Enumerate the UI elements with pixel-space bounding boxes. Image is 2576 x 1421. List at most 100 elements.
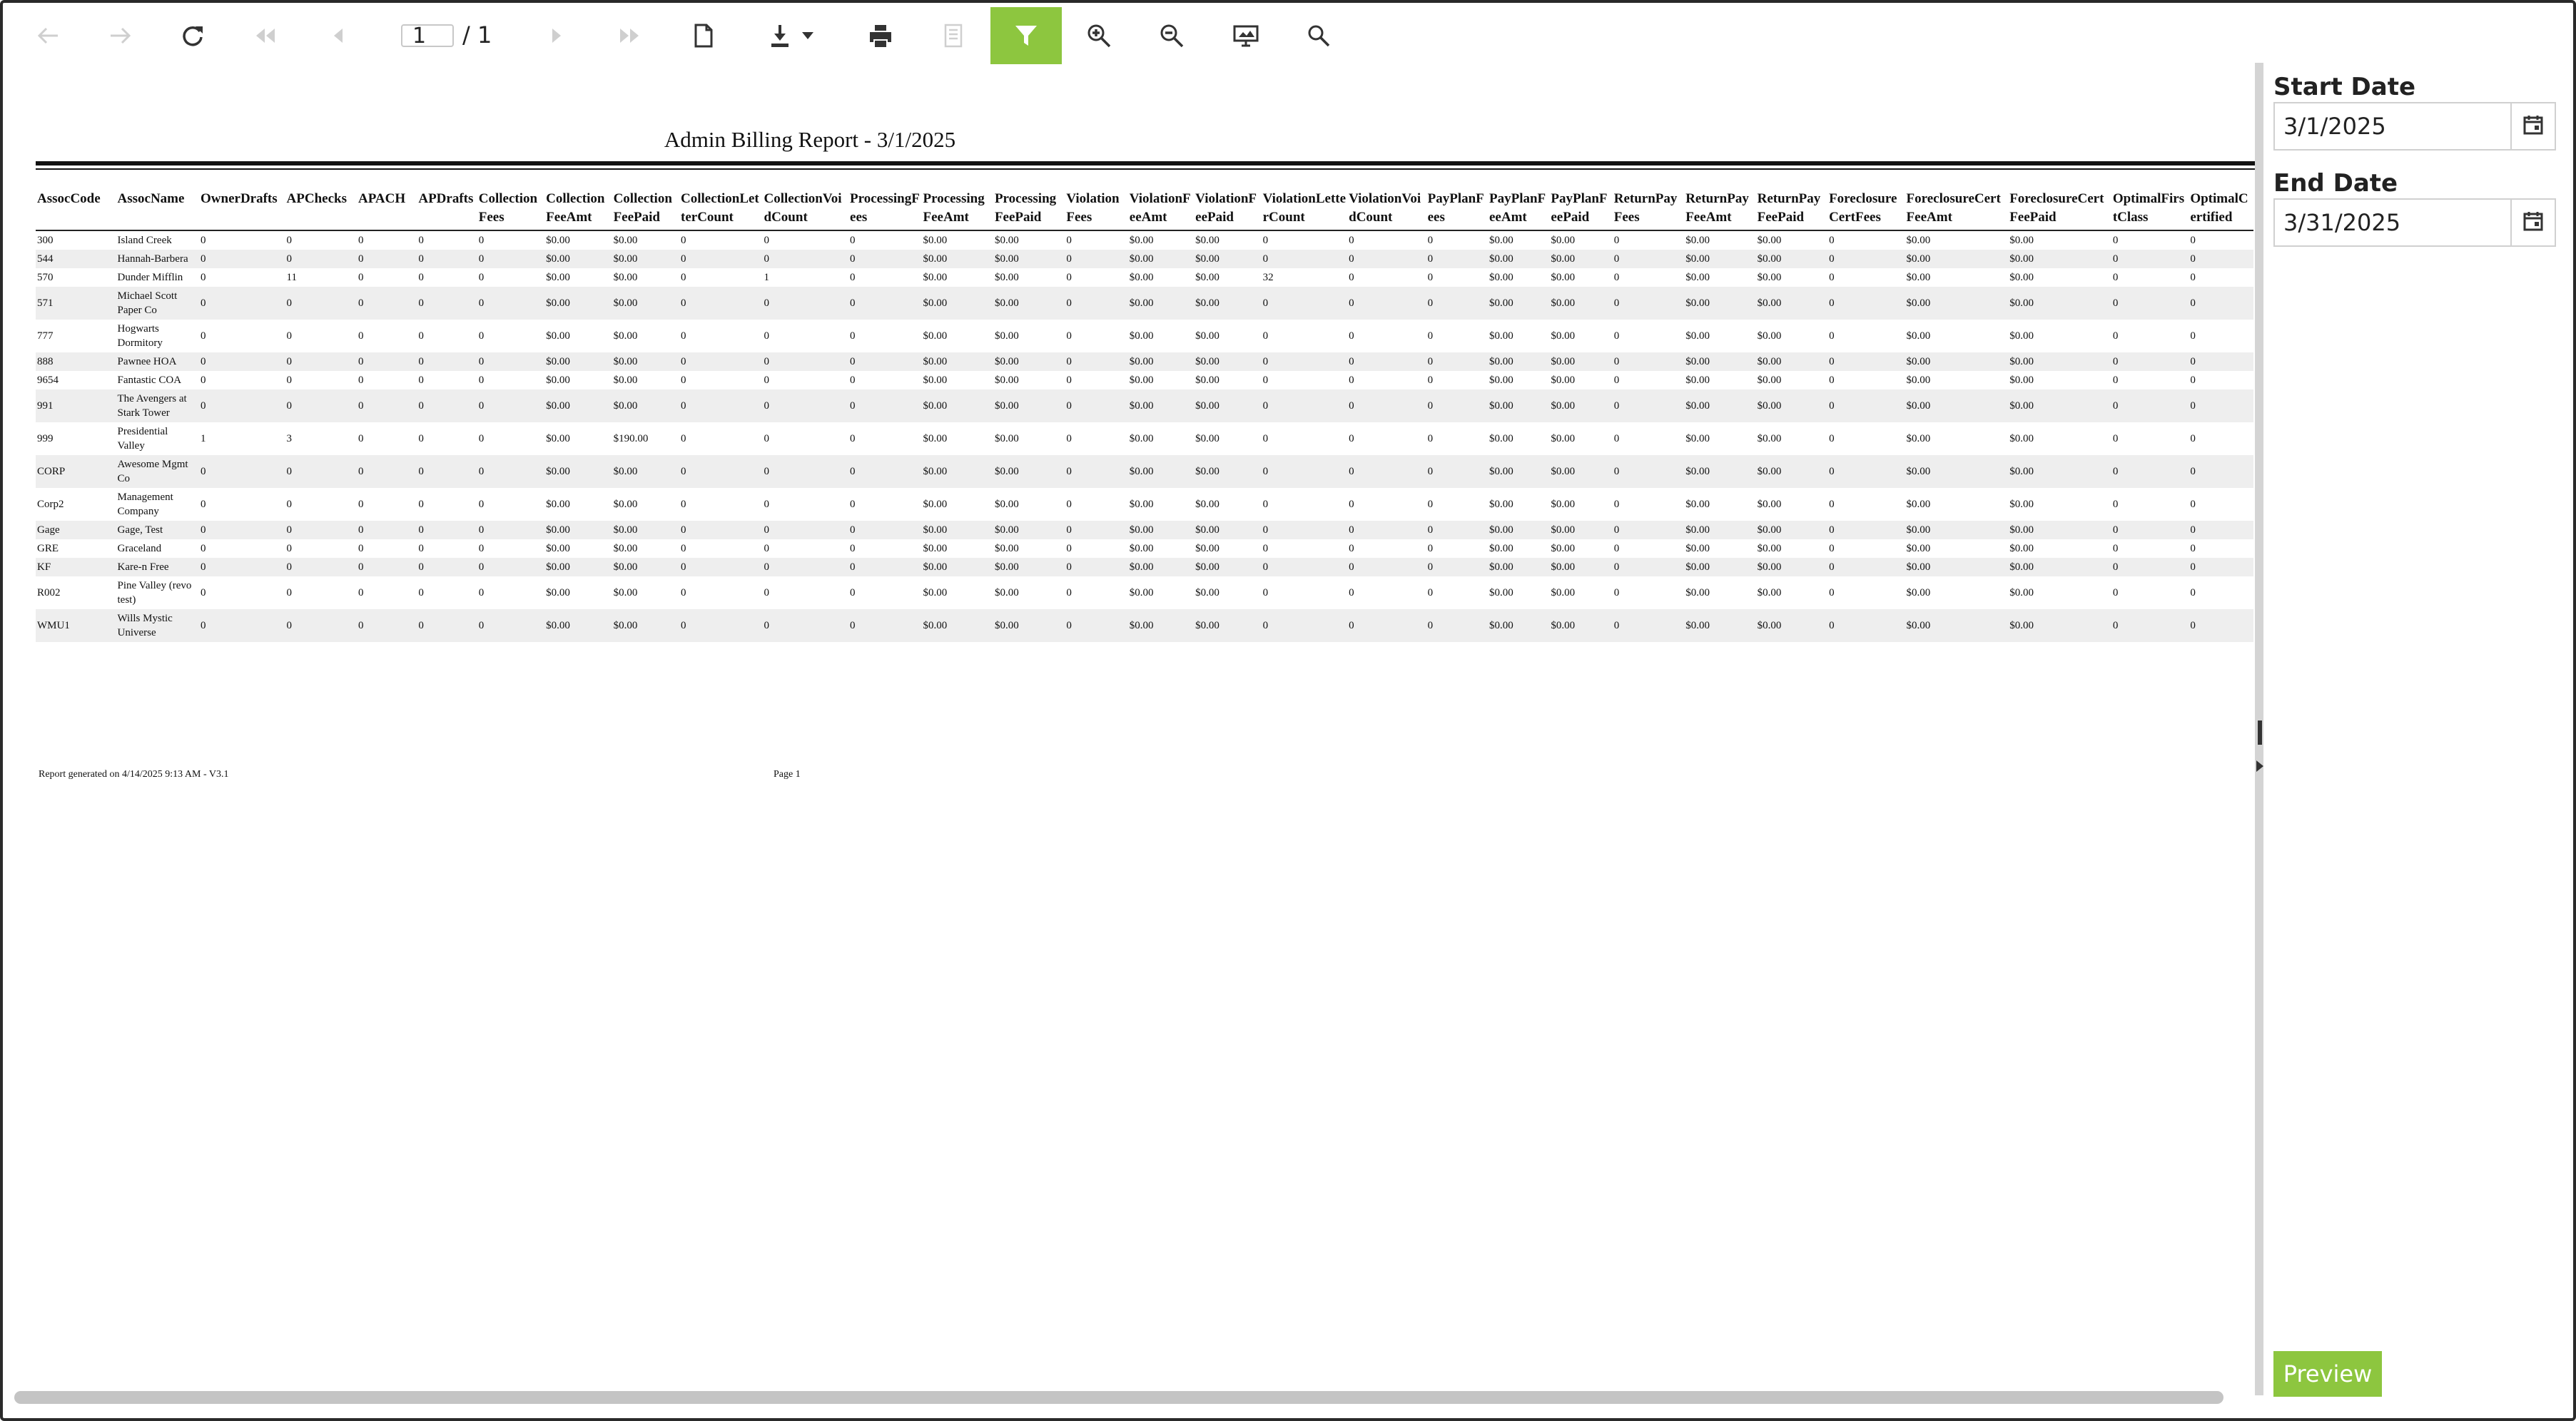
page-number-input[interactable] <box>401 24 454 47</box>
table-cell: $0.00 <box>1549 371 1613 389</box>
table-cell: 0 <box>1827 268 1905 287</box>
table-cell: 0 <box>1426 268 1488 287</box>
toggle-view-button[interactable] <box>1210 7 1282 64</box>
table-cell: $0.00 <box>1127 371 1195 389</box>
column-header: ViolationFees <box>1065 185 1128 231</box>
table-cell: 0 <box>1261 558 1348 576</box>
last-page-button[interactable] <box>594 7 665 64</box>
table-cell: 0 <box>477 576 545 609</box>
table-cell: 0 <box>477 488 545 521</box>
table-cell: 0 <box>356 455 417 488</box>
table-cell: 0 <box>1827 320 1905 352</box>
table-cell: $0.00 <box>2008 320 2111 352</box>
table-cell: $0.00 <box>1127 268 1195 287</box>
table-cell: 0 <box>477 422 545 455</box>
table-cell: R002 <box>36 576 116 609</box>
table-cell: 0 <box>1827 558 1905 576</box>
table-cell: 0 <box>417 230 477 250</box>
table-cell: $0.00 <box>1684 320 1756 352</box>
table-cell: $0.00 <box>1905 389 2009 422</box>
end-date-input[interactable] <box>2275 200 2510 245</box>
table-cell: $0.00 <box>544 352 612 371</box>
table-cell: 0 <box>199 488 285 521</box>
table-cell: 0 <box>285 389 357 422</box>
table-row: 570 Dunder Mifflin 0 11 0 0 0 $0.00 $0.00 0 1 0 $0.0… <box>36 268 2253 287</box>
table-cell: $0.00 <box>2008 250 2111 268</box>
next-page-button[interactable] <box>521 7 592 64</box>
table-cell: 0 <box>285 230 357 250</box>
table-cell: $0.00 <box>1905 250 2009 268</box>
table-cell: 0 <box>1426 320 1488 352</box>
horizontal-scrollbar[interactable] <box>14 1391 2223 1404</box>
table-cell: $0.00 <box>921 576 993 609</box>
table-cell: $0.00 <box>544 422 612 455</box>
print-preview-button[interactable] <box>918 7 989 64</box>
table-cell: 0 <box>2189 389 2253 422</box>
table-cell: 0 <box>1426 422 1488 455</box>
table-header-row: AssocCode AssocName OwnerDrafts APChecks APA… <box>36 185 2253 231</box>
next-page-icon <box>549 27 564 44</box>
table-cell: 0 <box>199 371 285 389</box>
start-date-calendar-button[interactable] <box>2510 103 2555 149</box>
table-cell: 0 <box>2111 488 2189 521</box>
preview-button[interactable]: Preview <box>2273 1351 2382 1397</box>
table-cell: 0 <box>679 320 763 352</box>
table-cell: KF <box>36 558 116 576</box>
zoom-out-button[interactable] <box>1136 7 1207 64</box>
table-cell: 0 <box>1347 352 1426 371</box>
table-cell: 0 <box>2111 609 2189 642</box>
table-cell: $0.00 <box>1487 287 1550 320</box>
table-cell: 0 <box>1827 287 1905 320</box>
export-dropdown-button[interactable] <box>749 7 835 64</box>
refresh-button[interactable] <box>157 7 228 64</box>
print-button[interactable] <box>845 7 916 64</box>
table-cell: 0 <box>2189 352 2253 371</box>
table-cell: 0 <box>2189 422 2253 455</box>
table-cell: 0 <box>477 352 545 371</box>
start-date-input[interactable] <box>2275 103 2510 149</box>
table-cell: $0.00 <box>1905 455 2009 488</box>
search-button[interactable] <box>1283 7 1354 64</box>
zoom-in-button[interactable] <box>1063 7 1135 64</box>
document-map-button[interactable] <box>668 7 739 64</box>
parameters-filter-button[interactable] <box>990 7 1062 64</box>
table-cell: 0 <box>848 268 922 287</box>
table-cell: $0.00 <box>1194 371 1262 389</box>
table-cell: 0 <box>2111 371 2189 389</box>
table-cell: 0 <box>848 521 922 539</box>
table-cell: 0 <box>1612 250 1685 268</box>
table-cell: $0.00 <box>1127 558 1195 576</box>
first-page-button[interactable] <box>230 7 301 64</box>
previous-page-button[interactable] <box>303 7 374 64</box>
table-cell: 0 <box>2111 389 2189 422</box>
forward-button[interactable] <box>84 7 156 64</box>
collapse-arrow-icon[interactable] <box>2256 760 2263 772</box>
table-cell: $0.00 <box>1487 455 1550 488</box>
table-row: WMU1 Wills Mystic Universe 0 0 0 0 0 $0.00 $0.00… <box>36 609 2253 642</box>
table-cell: $0.00 <box>1905 352 2009 371</box>
table-cell: 0 <box>1065 389 1128 422</box>
splitter-handle[interactable] <box>2258 720 2262 745</box>
table-cell: 0 <box>2111 422 2189 455</box>
table-cell: $0.00 <box>993 422 1065 455</box>
table-cell: $0.00 <box>544 609 612 642</box>
table-cell: $0.00 <box>1487 576 1550 609</box>
refresh-icon <box>181 24 205 48</box>
table-cell: $0.00 <box>1127 488 1195 521</box>
table-cell: 0 <box>1426 609 1488 642</box>
previous-page-icon <box>331 27 345 44</box>
back-button[interactable] <box>13 7 84 64</box>
table-cell: 0 <box>1261 576 1348 609</box>
table-cell: $0.00 <box>921 455 993 488</box>
table-cell: 0 <box>679 352 763 371</box>
table-cell: $0.00 <box>921 287 993 320</box>
table-cell: $0.00 <box>1194 230 1262 250</box>
table-cell: $0.00 <box>1755 576 1828 609</box>
table-cell: 0 <box>417 539 477 558</box>
column-header: OptimalCertified <box>2189 185 2253 231</box>
end-date-calendar-button[interactable] <box>2510 200 2555 245</box>
table-cell: 0 <box>1347 539 1426 558</box>
table-cell: $0.00 <box>921 488 993 521</box>
table-cell: 0 <box>356 488 417 521</box>
table-cell: $0.00 <box>1194 558 1262 576</box>
